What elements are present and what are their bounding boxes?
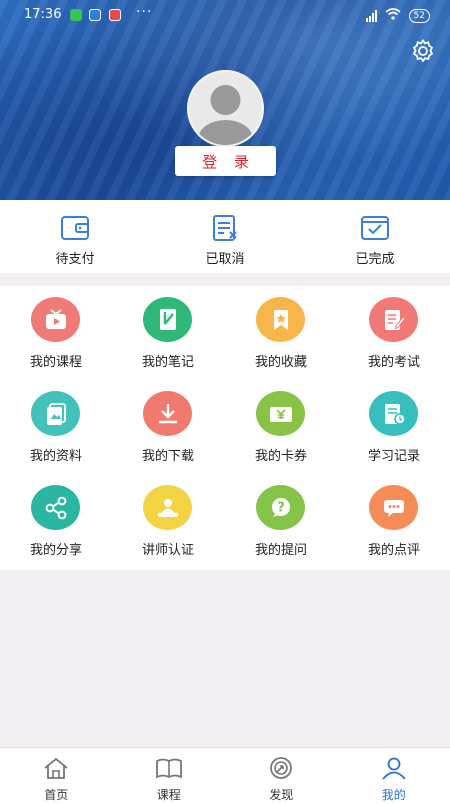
message-app-icon <box>70 9 82 21</box>
download-icon <box>143 391 192 436</box>
tab-courses[interactable]: 课程 <box>113 748 226 804</box>
documents-icon <box>31 391 80 436</box>
tab-courses-label: 课程 <box>157 786 181 803</box>
menu-my-shares[interactable]: 我的分享 <box>0 474 112 564</box>
study-record-icon <box>369 391 418 436</box>
menu-my-exams[interactable]: 我的考试 <box>338 286 450 376</box>
teacher-icon <box>143 485 192 530</box>
menu-label: 我的资料 <box>0 445 112 464</box>
tab-discover[interactable]: 发现 <box>225 748 338 804</box>
menu-label: 我的下载 <box>112 445 224 464</box>
menu-my-comments[interactable]: 我的点评 <box>338 474 450 564</box>
menu-label: 我的笔记 <box>112 351 224 370</box>
completed-check-icon <box>360 214 390 242</box>
exam-pen-icon <box>369 297 418 342</box>
notification-app-icon <box>89 9 101 21</box>
menu-my-notes[interactable]: 我的笔记 <box>112 286 224 376</box>
menu-label: 讲师认证 <box>112 539 224 558</box>
battery-indicator: 52 <box>409 9 430 23</box>
signal-icon <box>366 10 377 22</box>
more-notifications-icon: ··· <box>136 4 152 20</box>
menu-my-questions[interactable]: ? 我的提问 <box>225 474 337 564</box>
tab-discover-label: 发现 <box>269 786 293 803</box>
tab-mine-label: 我的 <box>382 786 406 803</box>
menu-label: 学习记录 <box>338 445 450 464</box>
bottom-tab-bar: 首页 课程 发现 我的 <box>0 747 450 804</box>
profile-header: 17:36 ··· 52 <box>0 0 450 200</box>
order-cancelled[interactable]: 已取消 <box>150 200 300 273</box>
wifi-icon <box>385 8 401 24</box>
order-completed[interactable]: 已完成 <box>300 200 450 273</box>
menu-label: 我的卡券 <box>225 445 337 464</box>
svg-text:?: ? <box>277 500 285 515</box>
home-icon <box>41 756 71 784</box>
tab-mine[interactable]: 我的 <box>338 748 450 804</box>
feature-grid: 我的课程 我的笔记 我的收藏 我的考试 我的资料 我的下载 我的卡券 <box>0 286 450 570</box>
wallet-icon <box>60 214 90 242</box>
app-notification-icon <box>109 9 121 21</box>
menu-my-downloads[interactable]: 我的下载 <box>112 380 224 470</box>
order-pending-payment[interactable]: 待支付 <box>0 200 150 273</box>
avatar[interactable] <box>187 70 264 147</box>
play-tv-icon <box>31 297 80 342</box>
menu-label: 我的分享 <box>0 539 112 558</box>
share-icon <box>31 485 80 530</box>
tab-home[interactable]: 首页 <box>0 748 113 804</box>
notebook-icon <box>143 297 192 342</box>
menu-label: 我的收藏 <box>225 351 337 370</box>
coupon-icon <box>256 391 305 436</box>
user-icon <box>379 756 409 784</box>
menu-teacher-certification[interactable]: 讲师认证 <box>112 474 224 564</box>
order-completed-label: 已完成 <box>355 248 394 267</box>
menu-my-coupons[interactable]: 我的卡券 <box>225 380 337 470</box>
cancelled-list-icon <box>210 214 240 242</box>
order-cancelled-label: 已取消 <box>205 248 244 267</box>
menu-my-courses[interactable]: 我的课程 <box>0 286 112 376</box>
menu-label: 我的考试 <box>338 351 450 370</box>
status-bar: 17:36 ··· 52 <box>0 0 450 30</box>
menu-my-favorites[interactable]: 我的收藏 <box>225 286 337 376</box>
menu-label: 我的提问 <box>225 539 337 558</box>
settings-gear-icon[interactable] <box>410 38 436 68</box>
status-time: 17:36 <box>24 7 61 22</box>
comment-icon <box>369 485 418 530</box>
bookmark-star-icon <box>256 297 305 342</box>
menu-study-records[interactable]: 学习记录 <box>338 380 450 470</box>
discover-icon <box>266 756 296 784</box>
login-button[interactable]: 登 录 <box>175 146 276 176</box>
menu-label: 我的课程 <box>0 351 112 370</box>
book-icon <box>154 756 184 784</box>
order-status-bar: 待支付 已取消 已完成 <box>0 200 450 273</box>
menu-label: 我的点评 <box>338 539 450 558</box>
question-icon: ? <box>256 485 305 530</box>
menu-my-materials[interactable]: 我的资料 <box>0 380 112 470</box>
tab-home-label: 首页 <box>44 786 68 803</box>
order-pending-label: 待支付 <box>55 248 94 267</box>
